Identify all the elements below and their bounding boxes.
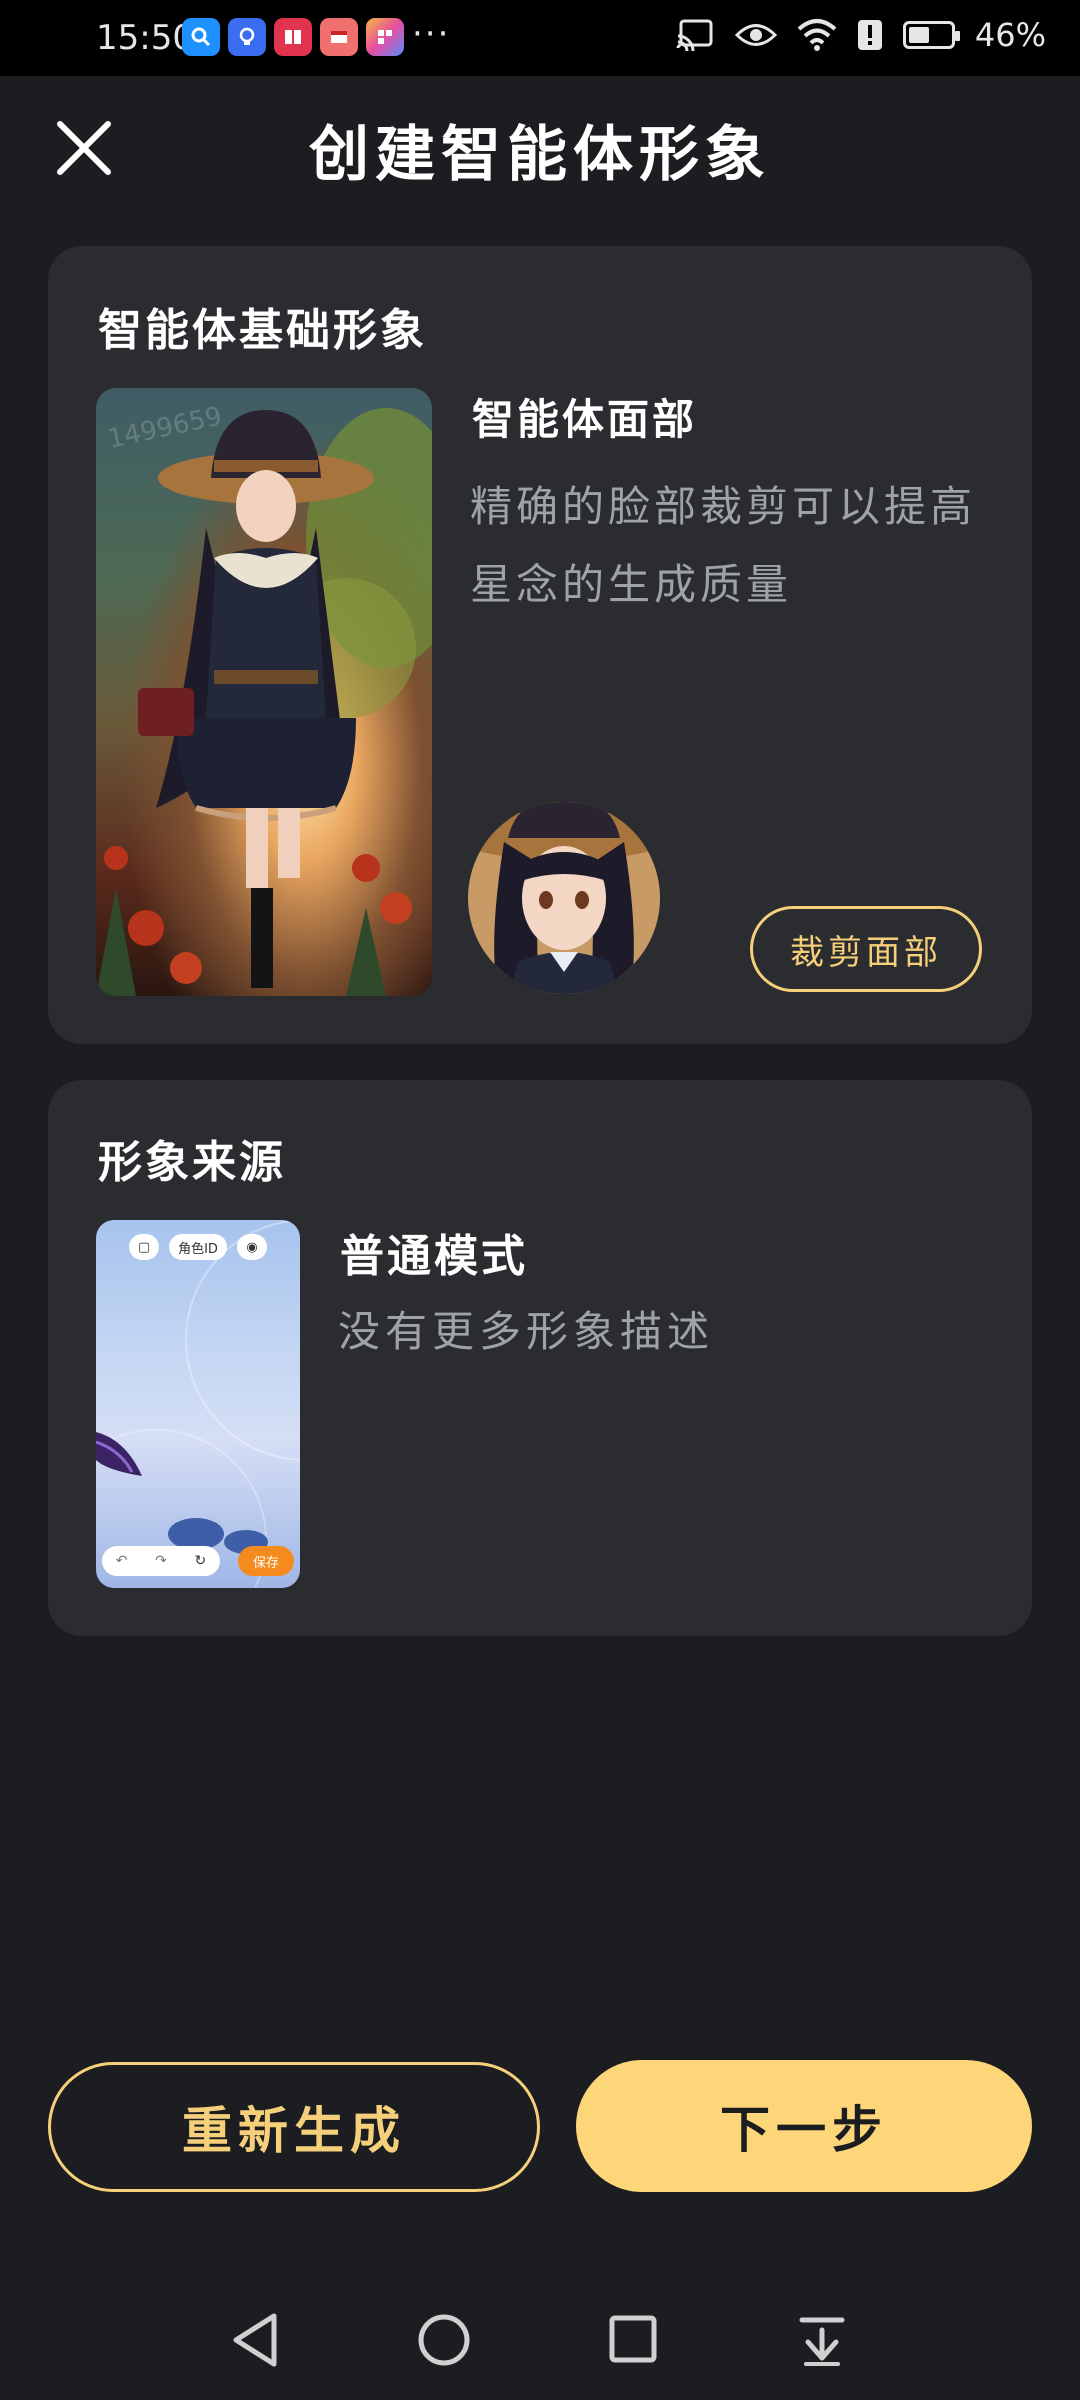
avatar-full-image[interactable]: 1499659 [96,388,432,996]
thumb-refresh-icon: ↻ [194,1553,207,1569]
alert-icon [857,20,882,50]
base-image-card-title: 智能体基础形象 [98,305,427,356]
status-app-icons [182,18,404,56]
avatar-face-crop[interactable] [468,802,660,994]
thumb-bottom-bar: ↶ ↷ ↻ 保存 [102,1546,294,1576]
regenerate-button[interactable]: 重新生成 [48,2062,540,2192]
thumb-controls: ↶ ↷ ↻ [102,1546,220,1576]
thumb-save-pill: 保存 [238,1546,294,1576]
recents-icon[interactable] [608,2314,658,2364]
face-section-title: 智能体面部 [472,395,698,444]
hide-nav-icon[interactable] [798,2314,846,2366]
image-source-card: 形象来源 ▢ 角色ID ◉ ↶ ↷ ↻ 保存 普通模式 没有更多形象描述 [48,1080,1032,1636]
more-notifications-indicator: ··· [412,14,451,54]
battery-percent: 46% [974,16,1046,54]
status-time: 15:50 [96,18,194,58]
thumb-window-icon: ▢ [129,1234,159,1260]
thumb-camera-icon: ◉ [237,1234,267,1260]
back-icon[interactable] [230,2312,282,2368]
home-icon[interactable] [416,2312,472,2368]
thumb-undo-icon: ↶ [115,1553,128,1569]
status-bar: 15:50 ··· 46% [0,0,1080,76]
wifi-icon [797,19,837,51]
thumb-top-bar: ▢ 角色ID ◉ [96,1234,300,1260]
source-thumbnail-art [96,1220,300,1588]
system-nav-bar [0,2270,1080,2400]
source-mode-description: 没有更多形象描述 [338,1307,715,1356]
svg-text:1499659: 1499659 [105,401,225,454]
page-title: 创建智能体形象 [309,120,771,190]
status-right-icons: 46% [675,16,1046,54]
image-source-card-title: 形象来源 [98,1137,286,1188]
crop-face-button[interactable]: 裁剪面部 [750,906,982,992]
store-app-icon [366,18,404,56]
next-step-button[interactable]: 下一步 [576,2060,1032,2192]
thumb-role-id-pill: 角色ID [169,1234,227,1260]
thumb-redo-icon: ↷ [155,1553,167,1569]
reader-app-icon [320,18,358,56]
cast-icon [676,19,713,52]
eye-icon [734,24,777,46]
face-crop-illustration [468,802,660,994]
avatar-illustration: 1499659 [96,401,432,996]
search-app-icon [182,18,220,56]
battery-icon [902,21,960,49]
source-mode-title: 普通模式 [340,1231,528,1282]
base-image-card: 智能体基础形象 1499659 智能体面部 精确的脸部裁剪可以提高星念的生成质量… [48,246,1032,1044]
bulb-app-icon [228,18,266,56]
book-app-icon [274,18,312,56]
face-section-description: 精确的脸部裁剪可以提高星念的生成质量 [470,482,977,609]
source-thumbnail[interactable]: ▢ 角色ID ◉ ↶ ↷ ↻ 保存 [96,1220,300,1588]
